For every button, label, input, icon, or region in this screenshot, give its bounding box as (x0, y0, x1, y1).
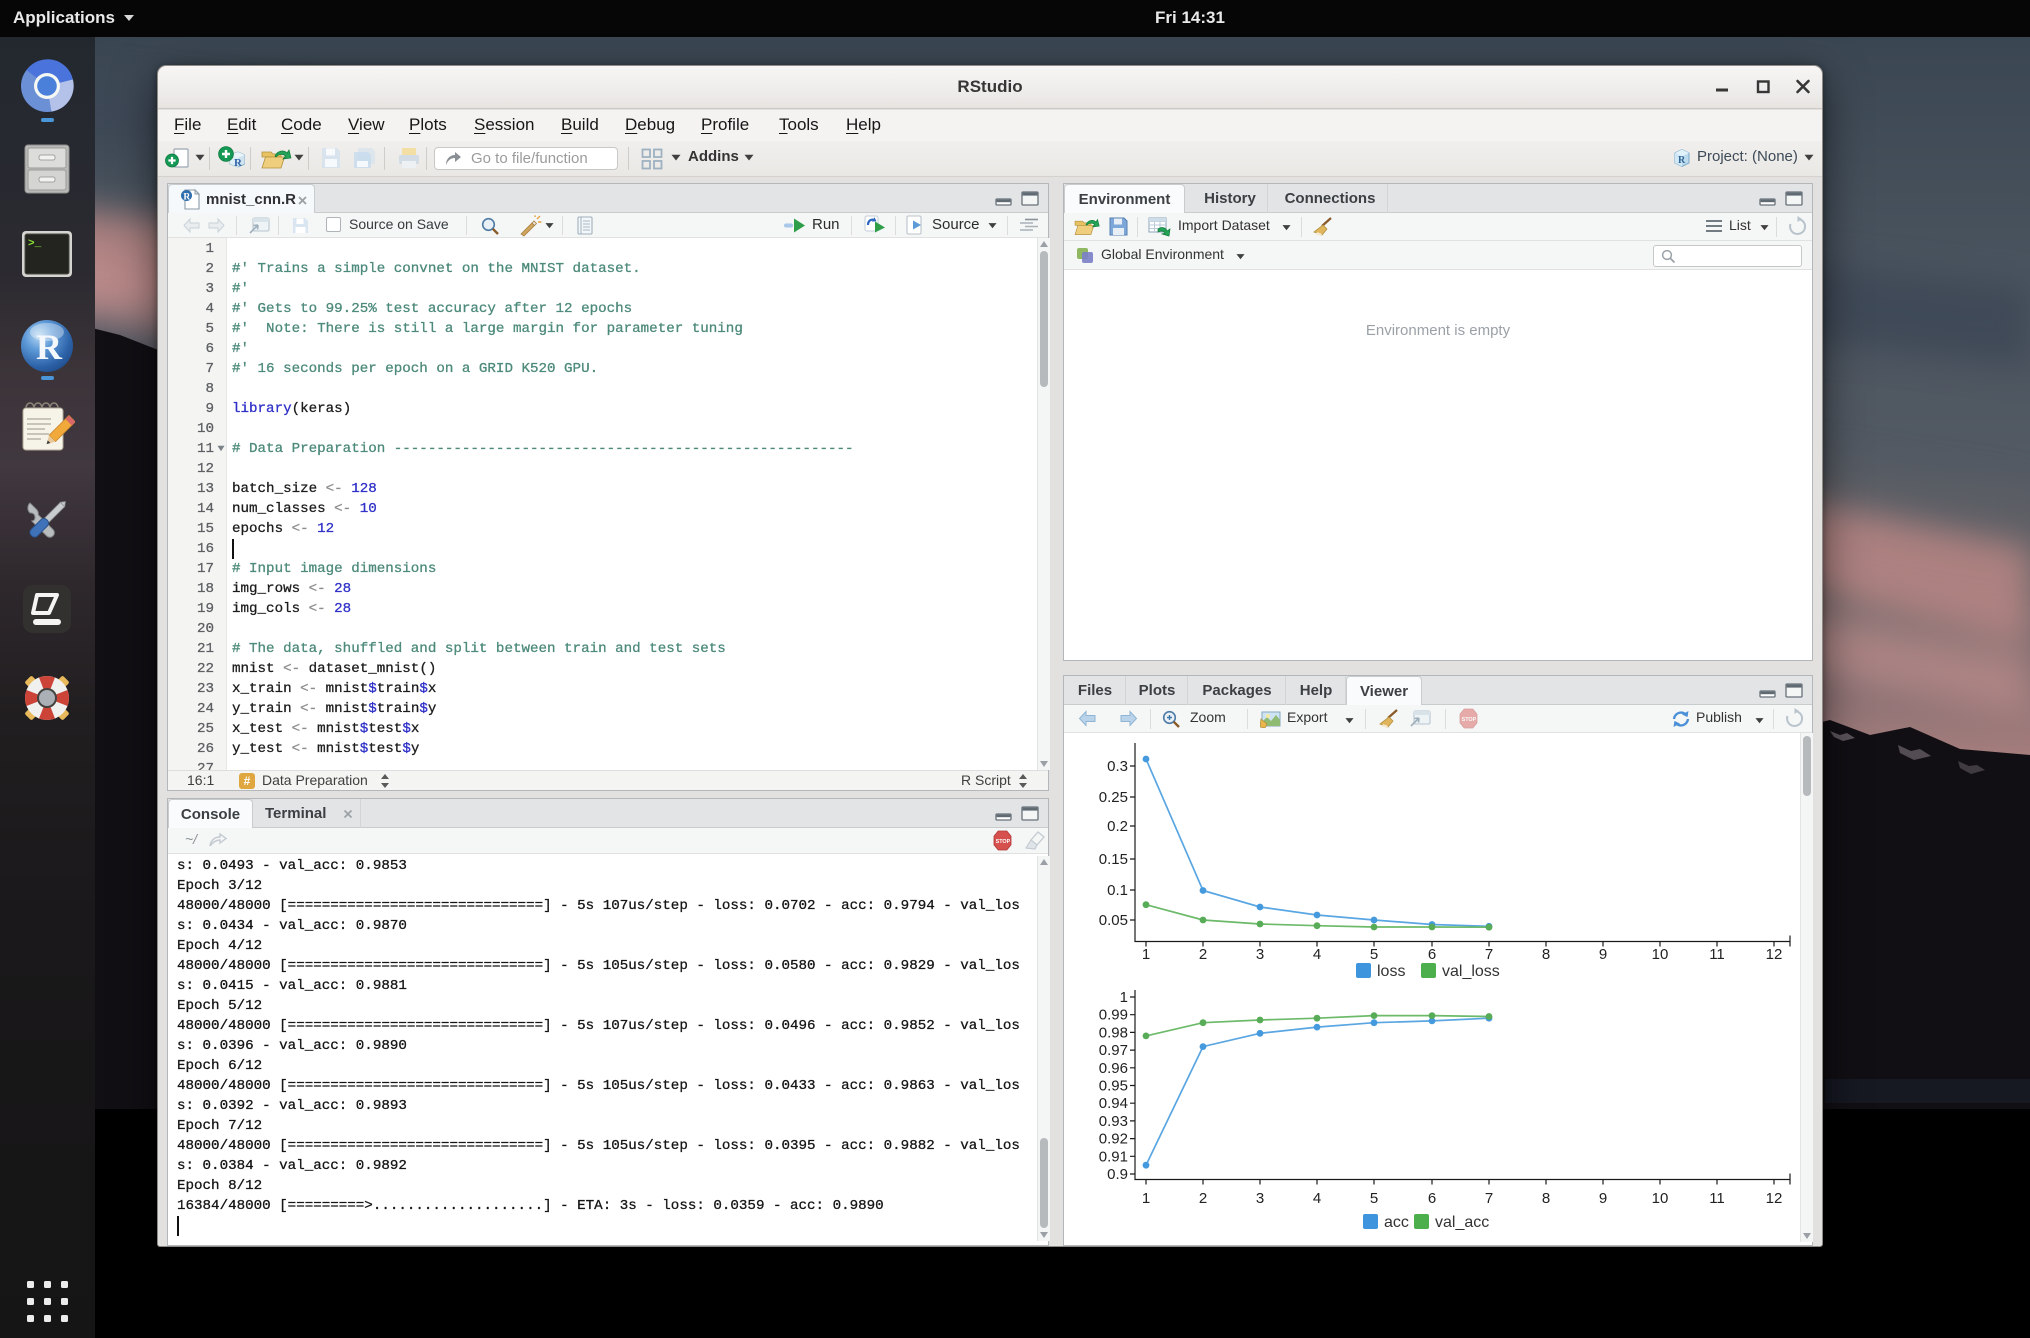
svg-text:6: 6 (1428, 946, 1436, 963)
svg-text:0.2: 0.2 (1107, 818, 1128, 835)
svg-text:7: 7 (1485, 1190, 1493, 1207)
svg-text:3: 3 (1256, 946, 1264, 963)
svg-text:1: 1 (1142, 946, 1150, 963)
svg-text:10: 10 (1652, 1190, 1669, 1207)
svg-text:STOP: STOP (996, 839, 1011, 845)
svg-text:0.97: 0.97 (1099, 1042, 1128, 1059)
svg-text:R: R (1678, 155, 1686, 166)
svg-text:R: R (234, 157, 243, 169)
svg-text:val_acc: val_acc (1435, 1214, 1489, 1231)
svg-text:0.93: 0.93 (1099, 1113, 1128, 1130)
svg-text:0.1: 0.1 (1107, 882, 1128, 899)
svg-text:5: 5 (1370, 946, 1378, 963)
svg-text:4: 4 (1313, 946, 1321, 963)
svg-text:0.91: 0.91 (1099, 1148, 1128, 1165)
svg-text:0.3: 0.3 (1107, 758, 1128, 775)
svg-text:8: 8 (1542, 946, 1550, 963)
svg-text:R: R (183, 192, 190, 202)
svg-text:2: 2 (1199, 946, 1207, 963)
svg-text:11: 11 (1709, 1190, 1725, 1207)
svg-text:val_loss: val_loss (1442, 963, 1500, 980)
svg-text:0.94: 0.94 (1099, 1095, 1128, 1112)
svg-text:loss: loss (1377, 963, 1405, 980)
svg-text:11: 11 (1709, 946, 1725, 963)
svg-text:0.95: 0.95 (1099, 1078, 1128, 1095)
svg-text:12: 12 (1766, 1190, 1783, 1207)
svg-text:0.98: 0.98 (1099, 1024, 1128, 1041)
svg-text:1: 1 (1120, 989, 1128, 1006)
svg-text:12: 12 (1766, 946, 1783, 963)
svg-text:5: 5 (1370, 1190, 1378, 1207)
svg-text:9: 9 (1599, 946, 1607, 963)
svg-text:>_: >_ (28, 238, 42, 250)
svg-text:9: 9 (1599, 1190, 1607, 1207)
svg-text:10: 10 (1652, 946, 1669, 963)
svg-text:7: 7 (1485, 946, 1493, 963)
svg-text:4: 4 (1313, 1190, 1321, 1207)
svg-text:0.15: 0.15 (1099, 851, 1128, 868)
svg-text:8: 8 (1542, 1190, 1550, 1207)
svg-text:0.05: 0.05 (1099, 912, 1128, 929)
svg-text:0.99: 0.99 (1099, 1007, 1128, 1024)
svg-text:6: 6 (1428, 1190, 1436, 1207)
svg-text:0.25: 0.25 (1099, 789, 1128, 806)
svg-text:STOP: STOP (1462, 717, 1477, 723)
svg-text:0.9: 0.9 (1107, 1166, 1128, 1183)
svg-text:2: 2 (1199, 1190, 1207, 1207)
svg-text:R: R (36, 327, 63, 367)
svg-text:3: 3 (1256, 1190, 1264, 1207)
svg-text:acc: acc (1384, 1214, 1409, 1231)
svg-text:1: 1 (1142, 1190, 1150, 1207)
svg-text:0.96: 0.96 (1099, 1060, 1128, 1077)
svg-text:0.92: 0.92 (1099, 1131, 1128, 1148)
